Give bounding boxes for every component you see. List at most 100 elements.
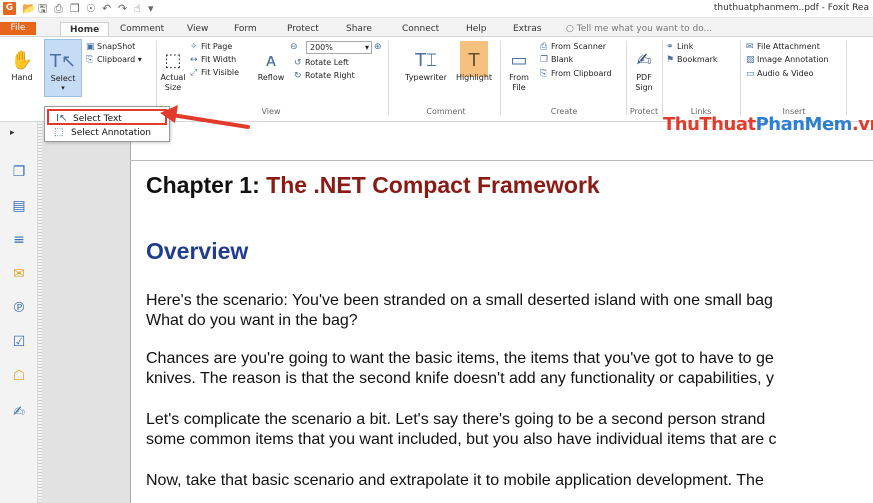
group-separator [500, 41, 501, 115]
tab-home[interactable]: Home [60, 22, 110, 37]
section-heading[interactable]: Overview [146, 238, 248, 265]
comments-panel-icon[interactable]: ✉ [11, 266, 27, 282]
attachment-icon: ✉ [746, 42, 754, 52]
paragraph-line: knives. The reason is that the second kn… [146, 370, 775, 387]
watermark-part-3: .vn [851, 114, 873, 135]
fit-visible-button[interactable]: ⤢ Fit Visible [190, 67, 239, 79]
chapter-title-text: The .NET Compact Framework [266, 172, 600, 198]
bookmark-button[interactable]: ⚑ Bookmark [666, 54, 718, 66]
paragraph-line: Let's complicate the scenario a bit. Let… [146, 411, 766, 428]
lightbulb-icon: ○ [566, 24, 574, 34]
snapshot-label: SnapShot [97, 42, 136, 51]
group-label-view: View [261, 107, 281, 116]
customize-quick-access-icon[interactable]: ▾ [148, 2, 154, 15]
bookmark-label: Bookmark [677, 55, 718, 64]
zoom-value: 200% [310, 43, 333, 52]
new-icon[interactable]: ☉ [86, 2, 96, 15]
blank-button[interactable]: ❐ Blank [540, 54, 573, 66]
group-label-create: Create [550, 107, 578, 116]
annotation-cursor-icon: ⬚ [54, 127, 64, 138]
paragraph[interactable]: Let's complicate the scenario a bit. Let… [146, 410, 777, 450]
hand-icon: ✋ [10, 50, 34, 71]
typewriter-label: Typewriter [405, 73, 447, 82]
foxit-logo-icon[interactable]: G [3, 2, 16, 15]
link-icon: ⚭ [666, 42, 674, 52]
select-button[interactable]: T↖ Select ▾ [44, 39, 82, 97]
lock-icon[interactable]: ☖ [11, 368, 27, 384]
pdf-sign-button[interactable]: ✍ PDF Sign [630, 51, 658, 93]
fit-width-button[interactable]: ↔ Fit Width [190, 54, 236, 66]
actual-size-label-2: Size [164, 83, 182, 92]
fit-width-icon: ↔ [190, 55, 198, 65]
clipboard-button[interactable]: ⎘ Clipboard ▾ [86, 54, 142, 66]
link-button[interactable]: ⚭ Link [666, 41, 693, 53]
highlight-button[interactable]: T Highlight [454, 51, 494, 83]
select-text-label: Select Text [73, 114, 122, 124]
typewriter-button[interactable]: T⌶ Typewriter [396, 51, 456, 83]
rotate-right-button[interactable]: ↻ Rotate Right [294, 70, 355, 82]
tab-file[interactable]: File [0, 22, 36, 35]
snapshot-button[interactable]: ▣ SnapShot [86, 41, 135, 53]
print-icon[interactable]: ⎙ [54, 2, 63, 15]
tab-form[interactable]: Form [234, 22, 257, 36]
save-icon[interactable]: 🖫 [38, 2, 47, 15]
signature-panel-icon[interactable]: ✍ [11, 404, 27, 420]
paragraph[interactable]: Now, take that basic scenario and extrap… [146, 471, 764, 491]
redo-icon[interactable]: ↷ [118, 2, 127, 15]
menu-item-select-text[interactable]: I↖ Select Text [47, 109, 167, 125]
menu-item-select-annotation[interactable]: ⬚ Select Annotation [47, 125, 167, 141]
audio-video-button[interactable]: ▭ Audio & Video [746, 68, 813, 80]
image-icon: ▨ [746, 55, 755, 65]
open-folder-icon[interactable]: 📂 [22, 2, 36, 15]
paragraph[interactable]: Chances are you're going to want the bas… [146, 349, 774, 389]
group-separator [626, 41, 627, 115]
pages-panel-icon[interactable]: ▤ [11, 198, 27, 214]
pdf-sign-label-1: PDF [636, 73, 652, 82]
from-file-button[interactable]: ▭ From File [504, 51, 534, 93]
tab-help[interactable]: Help [466, 22, 487, 36]
zoom-select[interactable]: 200% ▾ [306, 41, 372, 54]
security-panel-icon[interactable]: ☑ [11, 334, 27, 350]
tab-extras[interactable]: Extras [513, 22, 541, 36]
image-annotation-button[interactable]: ▨ Image Annotation [746, 54, 828, 66]
pages-icon[interactable]: ❐ [70, 2, 80, 15]
chevron-down-icon: ▾ [61, 84, 65, 92]
paragraph[interactable]: Here's the scenario: You've been strande… [146, 291, 773, 331]
rotate-left-button[interactable]: ↺ Rotate Left [294, 57, 349, 69]
layers-panel-icon[interactable]: ≡ [11, 232, 27, 248]
tab-comment[interactable]: Comment [120, 22, 164, 36]
zoom-in-icon[interactable]: ⊕ [374, 41, 385, 53]
hand-button[interactable]: ✋ Hand [4, 51, 40, 83]
watermark-part-1: ThuThuat [663, 114, 756, 135]
zoom-out-icon[interactable]: ⊖ [290, 41, 301, 53]
tab-view[interactable]: View [187, 22, 208, 36]
tab-protect[interactable]: Protect [287, 22, 319, 36]
group-separator [846, 41, 847, 115]
tell-me-text: Tell me what you want to do... [576, 24, 713, 34]
undo-icon[interactable]: ↶ [102, 2, 111, 15]
chapter-title[interactable]: Chapter 1: The .NET Compact Framework [146, 172, 600, 199]
file-attachment-button[interactable]: ✉ File Attachment [746, 41, 820, 53]
hand-quick-icon[interactable]: ☝ [134, 2, 141, 15]
pdf-sign-label-2: Sign [635, 83, 653, 92]
group-separator [388, 41, 389, 115]
fit-visible-icon: ⤢ [190, 68, 198, 78]
fit-page-button[interactable]: ✧ Fit Page [190, 41, 232, 53]
audio-video-label: Audio & Video [757, 69, 814, 78]
clipboard-icon: ⎘ [86, 55, 94, 65]
reflow-icon: ᴀ [265, 50, 277, 71]
tab-share[interactable]: Share [346, 22, 372, 36]
rotate-left-icon: ↺ [294, 58, 302, 68]
attachments-panel-icon[interactable]: ℗ [11, 300, 27, 316]
actual-size-button[interactable]: ⬚ Actual Size [158, 51, 188, 93]
from-clipboard-button[interactable]: ⎘ From Clipboard [540, 68, 612, 80]
reflow-button[interactable]: ᴀ Reflow [256, 51, 286, 83]
group-separator [662, 41, 663, 115]
bookmark-panel-icon[interactable]: ❐ [11, 164, 27, 180]
from-scanner-button[interactable]: ⎙ From Scanner [540, 41, 606, 53]
tell-me-search[interactable]: ○ Tell me what you want to do... [566, 22, 712, 36]
from-clipboard-label: From Clipboard [551, 69, 612, 78]
expand-panel-icon[interactable]: ▸ [10, 128, 15, 138]
blank-page-icon: ❐ [540, 55, 549, 65]
tab-connect[interactable]: Connect [402, 22, 439, 36]
